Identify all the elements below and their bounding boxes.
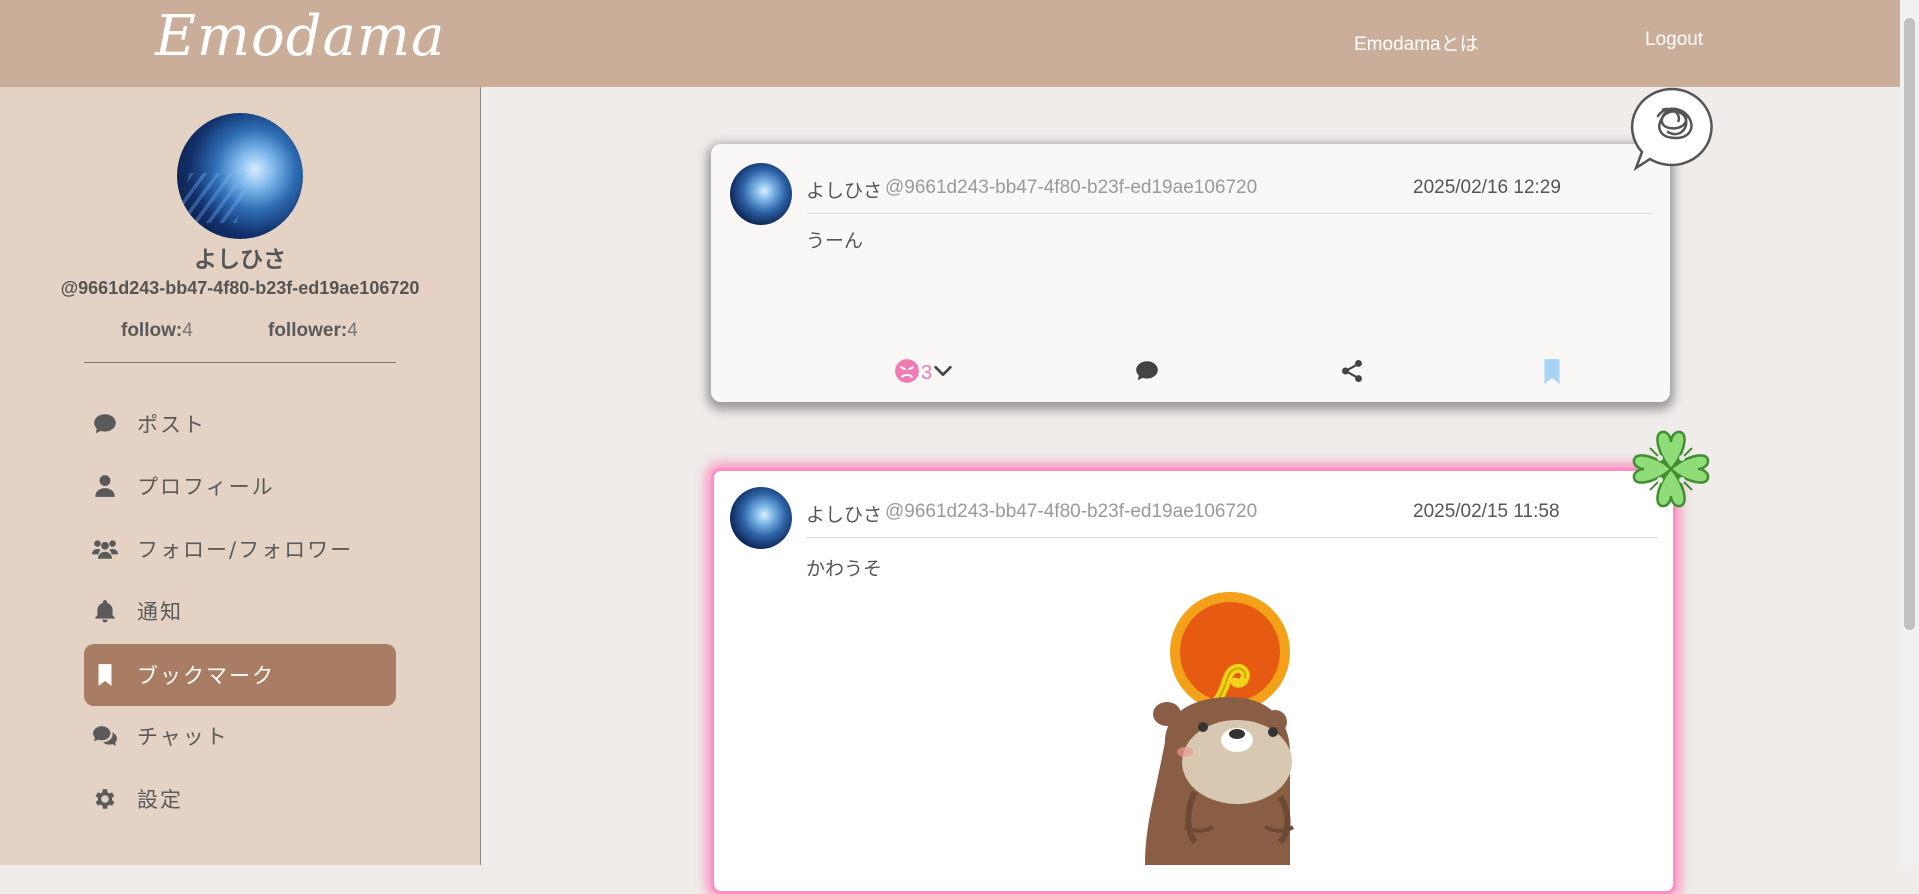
sidebar-divider [84,362,396,363]
reaction-button[interactable]: 3 [894,358,954,388]
sidebar-item-label: ポスト [137,413,206,437]
follow-label: follow: [121,320,183,341]
profile-avatar[interactable] [177,113,303,239]
post-avatar[interactable] [730,163,792,225]
chat-icon [91,722,119,750]
sidebar-item-post[interactable]: ポスト [84,393,396,455]
post-text: かわうそ [806,558,883,580]
post-date: 2025/02/15 11:58 [1413,501,1560,522]
bookmark-icon [91,661,119,689]
scribble-speech-bubble-icon [1628,86,1716,172]
sidebar-item-label: フォロー/フォロワー [137,538,354,562]
follow-count[interactable]: follow:4 [121,320,193,342]
comment-icon [91,410,119,438]
bookmark-button[interactable] [1539,358,1565,388]
user-icon [91,472,119,500]
sidebar-item-settings[interactable]: 設定 [84,768,396,830]
sidebar-item-label: 通知 [137,600,183,624]
about-link[interactable]: Emodamaとは [1354,29,1479,56]
post-image-otter[interactable] [1125,592,1335,865]
comment-button[interactable] [1134,358,1160,388]
comment-icon [1134,358,1160,388]
app-logo[interactable]: Emodama [155,4,445,69]
bookmark-icon [1539,358,1565,388]
share-button[interactable] [1339,358,1365,388]
follower-number: 4 [347,320,358,341]
post-actions: 3 [711,352,1670,392]
post-card[interactable]: よしひさ @9661d243-bb47-4f80-b23f-ed19ae1067… [711,144,1670,402]
profile-name: よしひさ [194,247,286,273]
sidebar-item-label: チャット [137,725,229,749]
sidebar-item-label: ブックマーク [137,664,275,688]
post-avatar[interactable] [730,487,792,549]
gear-icon [91,785,119,813]
profile-user-id: @9661d243-bb47-4f80-b23f-ed19ae106720 [60,278,420,298]
post-author-name: よしひさ [806,180,883,202]
post-author-name: よしひさ [806,504,883,526]
sidebar-item-label: プロフィール [137,475,275,499]
reaction-count: 3 [921,361,933,384]
logout-link[interactable]: Logout [1645,29,1703,51]
follower-count[interactable]: follower:4 [268,320,358,342]
bell-icon [91,597,119,625]
sidebar-item-label: 設定 [137,788,183,812]
sidebar-item-profile[interactable]: プロフィール [84,455,396,517]
angry-face-icon [894,358,920,388]
users-icon [91,535,119,563]
post-author-handle: @9661d243-bb47-4f80-b23f-ed19ae106720 [885,177,1258,198]
sidebar-item-chat[interactable]: チャット [84,705,396,767]
sidebar-item-notifications[interactable]: 通知 [84,580,396,642]
follow-number: 4 [182,320,193,341]
share-icon [1339,358,1365,388]
chevron-down-icon[interactable] [932,360,954,386]
post-author-handle: @9661d243-bb47-4f80-b23f-ed19ae106720 [885,501,1258,522]
scrollbar-thumb[interactable] [1904,18,1915,630]
four-leaf-clover-icon [1630,428,1712,510]
post-divider [806,537,1658,538]
follower-label: follower: [268,320,348,341]
post-date: 2025/02/16 12:29 [1413,177,1561,198]
app-header: Emodama Emodamaとは Logout [0,0,1900,87]
sidebar-item-follow[interactable]: フォロー/フォロワー [84,518,396,580]
post-divider [806,213,1652,214]
post-text: うーん [806,230,864,252]
sidebar-item-bookmarks[interactable]: ブックマーク [84,644,396,706]
